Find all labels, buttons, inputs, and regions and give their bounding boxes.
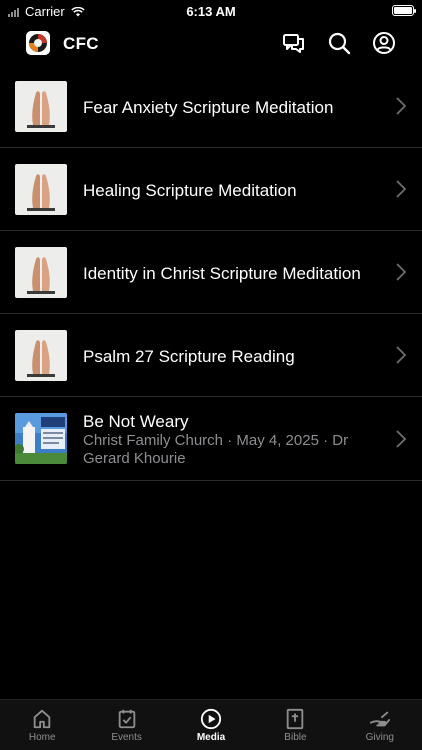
account-icon[interactable] bbox=[372, 31, 396, 55]
tab-bible[interactable]: Bible bbox=[253, 700, 337, 750]
media-item[interactable]: Identity in Christ Scripture Meditation bbox=[0, 231, 422, 314]
media-list: Fear Anxiety Scripture Meditation Healin… bbox=[0, 65, 422, 481]
thumbnail-hands bbox=[15, 164, 67, 215]
thumbnail-hands bbox=[15, 247, 67, 298]
app-title: CFC bbox=[63, 34, 99, 53]
chevron-right-icon bbox=[396, 346, 406, 364]
media-item[interactable]: Be Not Weary Christ Family Church · May … bbox=[0, 397, 422, 481]
media-item-title: Fear Anxiety Scripture Meditation bbox=[83, 98, 334, 117]
media-item-subtitle: Christ Family Church · May 4, 2025 · Dr … bbox=[83, 432, 349, 467]
media-item-title: Identity in Christ Scripture Meditation bbox=[83, 264, 361, 283]
battery-icon bbox=[392, 5, 416, 16]
tab-home[interactable]: Home bbox=[0, 700, 84, 750]
tab-giving[interactable]: Giving bbox=[338, 700, 422, 750]
status-bar: Carrier 6:13 AM bbox=[0, 0, 422, 24]
chevron-right-icon bbox=[396, 263, 406, 281]
tab-label: Events bbox=[111, 732, 142, 743]
events-icon bbox=[118, 709, 135, 729]
chevron-right-icon bbox=[396, 97, 406, 115]
bible-icon bbox=[287, 708, 304, 730]
media-item[interactable]: Healing Scripture Meditation bbox=[0, 148, 422, 231]
media-item[interactable]: Psalm 27 Scripture Reading bbox=[0, 314, 422, 397]
media-item-title: Be Not Weary bbox=[83, 412, 189, 431]
tab-events[interactable]: Events bbox=[84, 700, 168, 750]
chevron-right-icon bbox=[396, 430, 406, 448]
media-item[interactable]: Fear Anxiety Scripture Meditation bbox=[0, 65, 422, 148]
tab-bar: Home Events Media Bible Giving bbox=[0, 699, 422, 750]
home-icon bbox=[33, 709, 51, 729]
status-time: 6:13 AM bbox=[186, 4, 236, 19]
chat-icon[interactable] bbox=[282, 31, 306, 55]
tab-label: Bible bbox=[284, 732, 307, 743]
chevron-right-icon bbox=[396, 180, 406, 198]
search-icon[interactable] bbox=[327, 31, 351, 55]
tab-label: Giving bbox=[365, 732, 394, 743]
thumbnail-hands bbox=[15, 81, 67, 132]
media-icon bbox=[200, 708, 222, 730]
giving-icon bbox=[369, 711, 390, 727]
thumbnail-church bbox=[15, 413, 67, 464]
media-item-title: Healing Scripture Meditation bbox=[83, 181, 297, 200]
tab-media[interactable]: Media bbox=[169, 700, 253, 750]
app-logo bbox=[26, 31, 50, 55]
thumbnail-hands bbox=[15, 330, 67, 381]
tab-label: Media bbox=[196, 732, 226, 743]
tab-label: Home bbox=[28, 732, 56, 743]
nav-bar: CFC bbox=[0, 26, 422, 62]
media-item-title: Psalm 27 Scripture Reading bbox=[83, 347, 295, 366]
